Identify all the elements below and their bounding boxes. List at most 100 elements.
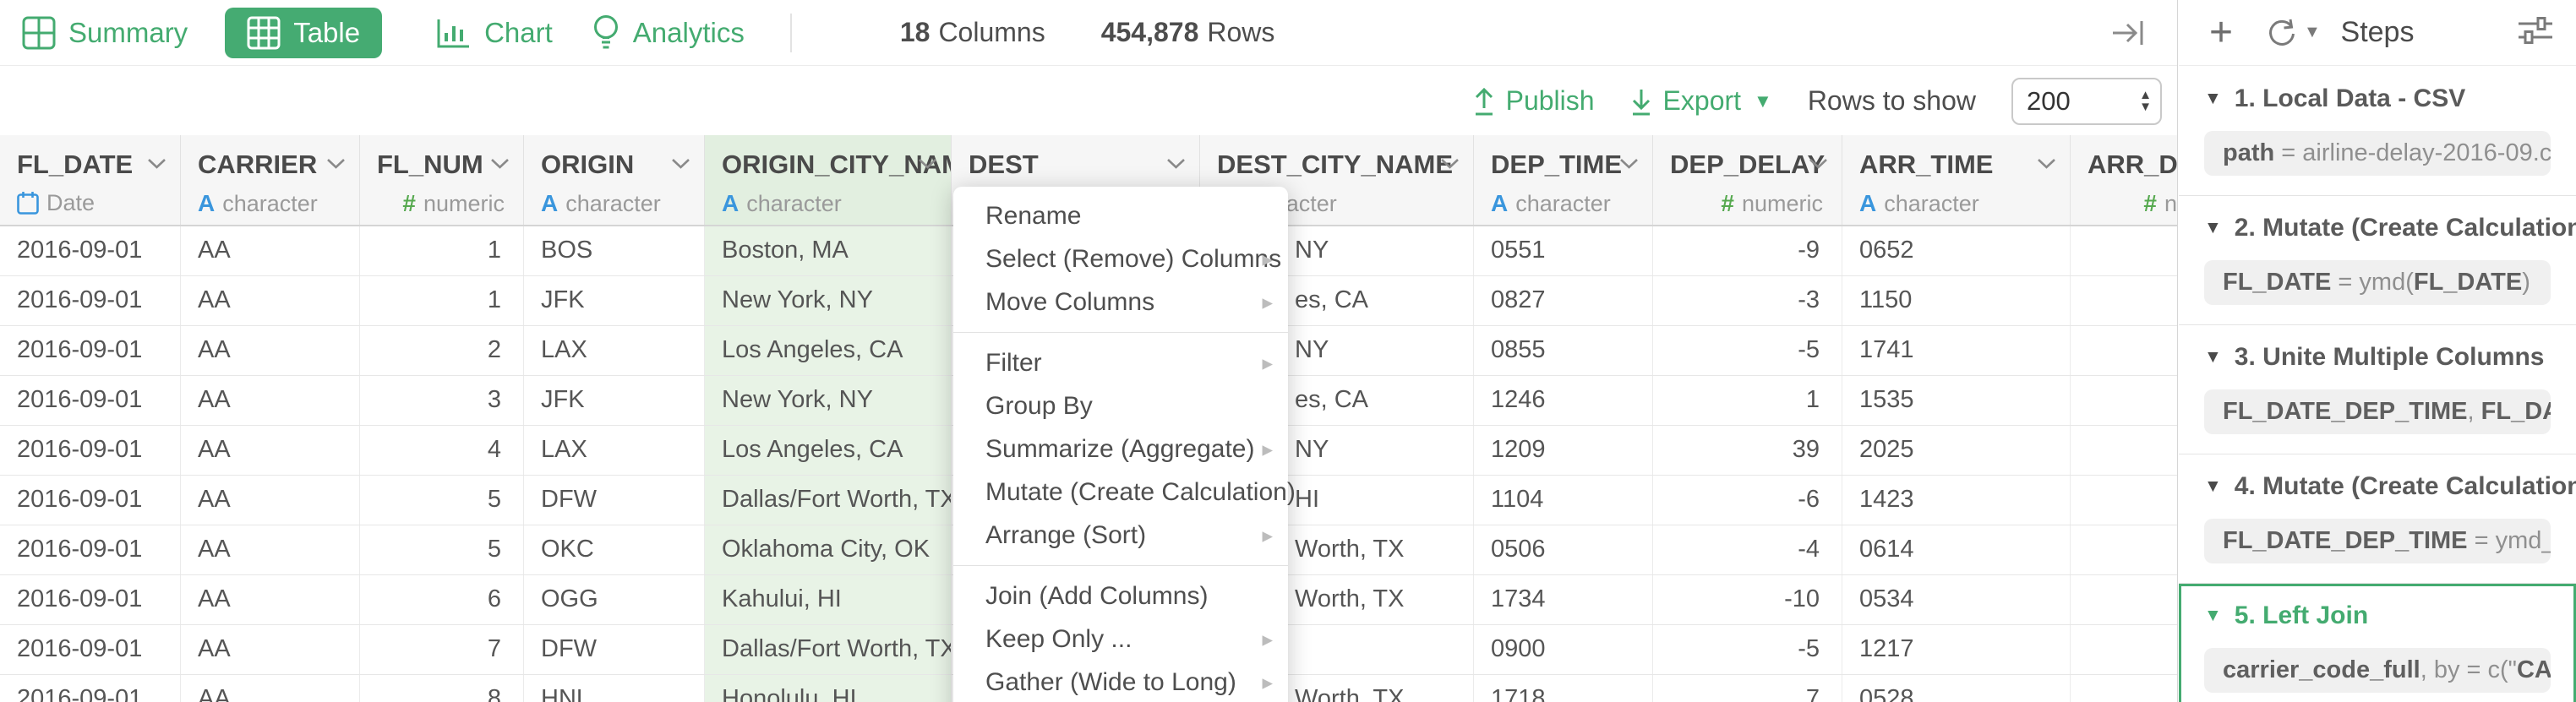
column-header-fl-date[interactable]: FL_DATEDate: [0, 135, 181, 225]
column-type-label: Date: [46, 190, 95, 216]
menu-item-group-by[interactable]: Group By: [953, 384, 1288, 427]
cell-origin: HNL: [524, 675, 705, 702]
column-type-label: character: [1884, 191, 1979, 217]
cell-origin-city-name: Oklahoma City, OK: [705, 525, 952, 574]
chevron-down-icon[interactable]: [326, 158, 346, 170]
cell-fl-date: 2016-09-01: [0, 426, 181, 475]
step-3[interactable]: ▼3. Unite Multiple ColumnsFL_DATE_DEP_TI…: [2179, 325, 2576, 454]
tab-analytics[interactable]: Analytics: [592, 5, 745, 61]
cell-arr-time: 1423: [1842, 476, 2071, 525]
column-header-dep-delay[interactable]: DEP_DELAY#numeric: [1653, 135, 1842, 225]
column-header-origin-city-name[interactable]: ORIGIN_CITY_NAMEAcharacter: [705, 135, 952, 225]
chevron-down-icon[interactable]: [1809, 158, 1828, 170]
chevron-down-icon[interactable]: [1619, 158, 1639, 170]
column-header-origin[interactable]: ORIGINAcharacter: [524, 135, 705, 225]
cell-dep-time: 1718: [1474, 675, 1653, 702]
column-type-label: numeric: [1742, 191, 1823, 217]
menu-item-rename[interactable]: Rename: [953, 194, 1288, 237]
steps-settings-button[interactable]: [2517, 15, 2554, 50]
column-type: #numeric: [2088, 190, 2178, 217]
menu-item-gather-wide-to-long[interactable]: Gather (Wide to Long)▸: [953, 661, 1288, 702]
chevron-down-icon[interactable]: [918, 158, 937, 170]
character-type-icon: A: [541, 190, 558, 217]
caret-down-icon[interactable]: ▼: [2204, 218, 2222, 238]
menu-item-filter[interactable]: Filter▸: [953, 341, 1288, 384]
columns-count: 18Columns: [900, 17, 1045, 48]
chevron-down-icon[interactable]: [490, 158, 510, 170]
column-header-dep-time[interactable]: DEP_TIMEAcharacter: [1474, 135, 1653, 225]
cell-dep-delay: 1: [1653, 376, 1842, 425]
cell-dep-time: 0900: [1474, 625, 1653, 674]
step-title: ▼4. Mutate (Create Calculation) (1): [2204, 472, 2551, 501]
tab-chart[interactable]: Chart: [436, 8, 553, 58]
column-type-label: character: [746, 191, 842, 217]
menu-item-mutate-create-calculation[interactable]: Mutate (Create Calculation): [953, 471, 1288, 514]
arrow-to-bar-icon: [2109, 17, 2148, 49]
column-name: DEST_CITY_NAME: [1217, 150, 1458, 180]
column-name: ARR_TIME: [1859, 150, 2055, 180]
character-type-icon: A: [1491, 190, 1508, 217]
cell-origin: JFK: [524, 376, 705, 425]
cell-arr-delay: [2071, 575, 2178, 624]
cell-fl-num: 6: [360, 575, 524, 624]
menu-item-summarize-aggregate[interactable]: Summarize (Aggregate)▸: [953, 427, 1288, 471]
chevron-down-icon[interactable]: [147, 158, 166, 170]
steps-panel-header: + ▼ Steps: [2179, 0, 2576, 66]
step-summary-pill[interactable]: path = airline-delay-2016-09.csv: [2204, 131, 2551, 176]
menu-item-select-remove-columns[interactable]: Select (Remove) Columns▸: [953, 237, 1288, 280]
toolbar-divider: [790, 14, 792, 52]
menu-item-join-add-columns[interactable]: Join (Add Columns): [953, 574, 1288, 618]
submenu-arrow-icon: ▸: [1262, 618, 1273, 661]
chevron-down-icon[interactable]: [1166, 158, 1186, 170]
cell-dep-delay: 39: [1653, 426, 1842, 475]
column-name: ARR_DELAY: [2088, 150, 2178, 180]
caret-down-icon[interactable]: ▼: [2204, 606, 2222, 626]
submenu-arrow-icon: ▸: [1262, 342, 1273, 385]
add-step-button[interactable]: +: [2209, 16, 2233, 50]
menu-item-keep-only[interactable]: Keep Only ...▸: [953, 618, 1288, 661]
refresh-button[interactable]: ▼: [2265, 18, 2321, 48]
cell-fl-num: 7: [360, 625, 524, 674]
collapse-steps-panel-button[interactable]: [2109, 17, 2148, 49]
export-button[interactable]: Export ▼: [1630, 85, 1772, 117]
step-summary-pill[interactable]: carrier_code_full, by = c("CARRIE…: [2204, 648, 2551, 693]
column-name: DEST: [969, 150, 1184, 180]
chevron-down-icon[interactable]: [2037, 158, 2056, 170]
column-header-arr-delay[interactable]: ARR_DELAY #numeric: [2071, 135, 2178, 225]
publish-button[interactable]: Publish: [1473, 85, 1595, 117]
chevron-down-icon[interactable]: [1440, 158, 1460, 170]
caret-down-icon[interactable]: ▼: [2204, 89, 2222, 109]
column-header-fl-num[interactable]: FL_NUM#numeric: [360, 135, 524, 225]
cell-arr-delay: [2071, 476, 2178, 525]
column-type-label: character: [1515, 191, 1611, 217]
cell-dep-time: 0506: [1474, 525, 1653, 574]
menu-item-move-columns[interactable]: Move Columns▸: [953, 280, 1288, 324]
cell-dep-time: 0855: [1474, 326, 1653, 375]
cell-fl-date: 2016-09-01: [0, 675, 181, 702]
step-5[interactable]: ▼5. Left Joincarrier_code_full, by = c("…: [2179, 584, 2576, 702]
cell-fl-date: 2016-09-01: [0, 625, 181, 674]
step-summary-pill[interactable]: FL_DATE_DEP_TIME = ymd_hm(F…: [2204, 519, 2551, 563]
rows-to-show-stepper[interactable]: 200 ▲▼: [2011, 78, 2162, 125]
tab-summary[interactable]: Summary: [22, 8, 188, 58]
cell-arr-time: 1217: [1842, 625, 2071, 674]
column-name: FL_NUM: [377, 150, 508, 180]
tab-label: Summary: [68, 17, 188, 49]
step-1[interactable]: ▼1. Local Data - CSVpath = airline-delay…: [2179, 67, 2576, 196]
column-header-carrier[interactable]: CARRIERAcharacter: [181, 135, 360, 225]
cell-carrier: AA: [181, 575, 360, 624]
column-header-arr-time[interactable]: ARR_TIMEAcharacter: [1842, 135, 2071, 225]
caret-down-icon[interactable]: ▼: [2204, 476, 2222, 497]
step-2[interactable]: ▼2. Mutate (Create Calculation) (1)FL_DA…: [2179, 196, 2576, 325]
cell-fl-num: 1: [360, 226, 524, 275]
chevron-down-icon[interactable]: [671, 158, 690, 170]
caret-down-icon[interactable]: ▼: [2204, 347, 2222, 367]
tab-table[interactable]: Table: [225, 8, 382, 58]
cell-carrier: AA: [181, 426, 360, 475]
step-summary-pill[interactable]: FL_DATE = ymd(FL_DATE): [2204, 260, 2551, 305]
step-summary-pill[interactable]: FL_DATE_DEP_TIME, FL_DATE, D…: [2204, 389, 2551, 434]
step-4[interactable]: ▼4. Mutate (Create Calculation) (1) FL_DA…: [2179, 454, 2576, 584]
menu-item-arrange-sort[interactable]: Arrange (Sort)▸: [953, 514, 1288, 557]
stepper-arrows-icon[interactable]: ▲▼: [2139, 90, 2152, 113]
cell-origin: DFW: [524, 625, 705, 674]
